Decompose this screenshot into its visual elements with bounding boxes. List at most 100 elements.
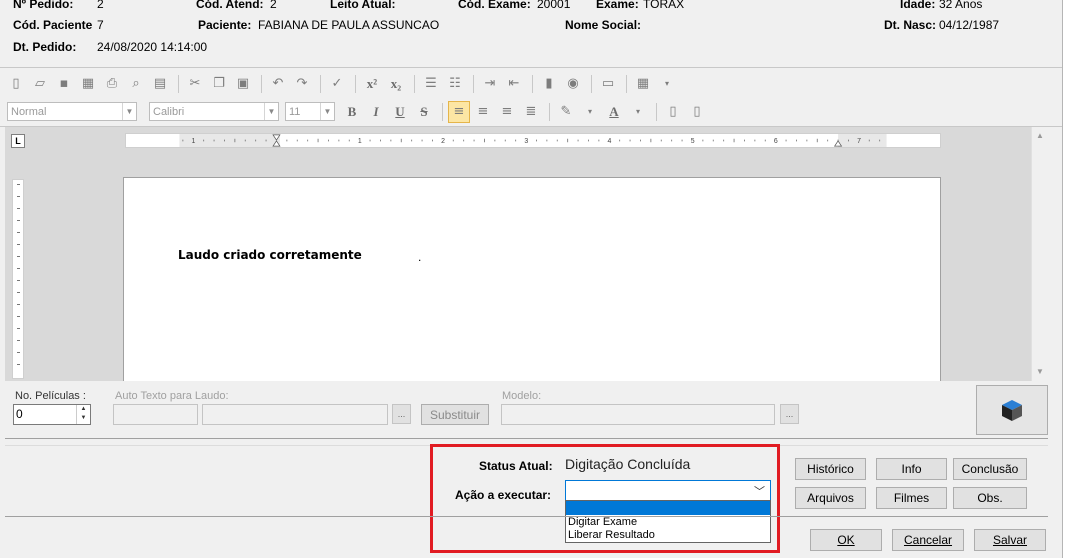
peliculas-label: No. Películas : <box>15 390 86 402</box>
font-color-dropdown-icon[interactable]: ▾ <box>627 101 649 123</box>
auto-texto-desc-field[interactable] <box>202 404 388 425</box>
exame-value: TORAX <box>643 0 685 11</box>
salvar-button[interactable]: Salvar <box>974 529 1046 551</box>
font-size-combo-value: 11 <box>289 105 301 118</box>
bold-icon[interactable]: B <box>341 101 363 123</box>
copy-icon[interactable]: ❐ <box>208 73 230 95</box>
chevron-down-icon: ▼ <box>264 103 278 120</box>
align-right-icon[interactable]: ≡ <box>496 101 518 123</box>
modelo-label: Modelo: <box>502 390 542 402</box>
ruler-tick <box>17 196 20 197</box>
document-page[interactable]: Laudo criado corretamente . <box>123 177 941 381</box>
exame-cod-label: Cód. Exame: <box>458 0 531 11</box>
nome-social-label: Nome Social: <box>565 18 642 32</box>
modelo-search-button[interactable]: ... <box>780 404 799 424</box>
ruler-number: 1 <box>192 138 196 145</box>
font-combo[interactable]: Calibri ▼ <box>149 102 279 121</box>
indent-increase-icon[interactable]: ⇥ <box>479 73 501 95</box>
ruler-tick <box>17 208 20 209</box>
ruler-tick <box>17 220 20 221</box>
tab-stop-selector[interactable]: L <box>11 134 25 148</box>
redo-icon[interactable]: ↷ <box>291 73 313 95</box>
align-left-icon[interactable]: ≡ <box>448 100 470 123</box>
highlight-color-icon[interactable]: ✎ <box>555 101 577 123</box>
ruler-number: 3 <box>524 138 528 145</box>
peliculas-stepper[interactable]: 0 ▲ ▼ <box>13 404 91 425</box>
dt-pedido-label: Dt. Pedido: <box>13 40 77 54</box>
style-combo[interactable]: Normal ▼ <box>7 102 137 121</box>
pedido-label: Nº Pedido: <box>13 0 74 11</box>
strikethrough-icon[interactable]: S <box>413 101 435 123</box>
rich-text-editor[interactable]: L 1 1 2 3 4 5 6 7 Laudo criado corretamente . ▲… <box>5 127 1048 381</box>
arquivos-button[interactable]: Arquivos <box>795 487 866 509</box>
ruler-tick <box>17 364 20 365</box>
hyperlink-icon[interactable]: ◉ <box>562 73 584 95</box>
save-icon[interactable]: ▪ <box>53 73 75 95</box>
new-document-icon[interactable]: ▯ <box>5 73 27 95</box>
table-icon[interactable]: ▦ <box>632 73 654 95</box>
ruler-tick <box>17 184 20 185</box>
ruler-tick <box>17 316 20 317</box>
auto-texto-code-field[interactable] <box>113 404 198 425</box>
page-setup-icon[interactable]: ▤ <box>149 73 171 95</box>
borders-icon[interactable]: ▯ <box>686 101 708 123</box>
stepper-arrows-icon[interactable]: ▲ ▼ <box>76 405 90 424</box>
ok-button[interactable]: OK <box>810 529 882 551</box>
document-cursor-dot: . <box>418 250 422 264</box>
style-combo-value: Normal <box>11 105 47 118</box>
horizontal-ruler[interactable]: 1 1 2 3 4 5 6 7 <box>125 133 941 148</box>
save-all-icon[interactable]: ▦ <box>77 73 99 95</box>
paciente-label: Paciente: <box>198 18 252 32</box>
substituir-button[interactable]: Substituir <box>421 404 489 425</box>
conclusao-button[interactable]: Conclusão <box>953 458 1027 480</box>
exame-cod-value: 20001 <box>537 0 571 11</box>
modelo-field[interactable] <box>501 404 775 425</box>
obs-button[interactable]: Obs. <box>953 487 1027 509</box>
vertical-ruler[interactable] <box>12 179 24 379</box>
image-icon[interactable]: ▭ <box>597 73 619 95</box>
auto-texto-search-button[interactable]: ... <box>392 404 411 424</box>
numbered-list-icon[interactable]: ☰ <box>420 73 442 95</box>
ruler-number: 2 <box>441 138 445 145</box>
scroll-up-icon[interactable]: ▲ <box>1032 127 1048 143</box>
open-folder-icon[interactable]: ▱ <box>29 73 51 95</box>
info-button[interactable]: Info <box>876 458 947 480</box>
underline-icon[interactable]: U <box>389 101 411 123</box>
pedido-value: 2 <box>97 0 104 11</box>
undo-icon[interactable]: ↶ <box>267 73 289 95</box>
dt-nasc-value: 04/12/1987 <box>939 18 1000 32</box>
spellcheck-icon[interactable]: ✓ <box>326 73 348 95</box>
align-justify-icon[interactable]: ≣ <box>520 101 542 123</box>
cut-icon[interactable]: ✂ <box>184 73 206 95</box>
print-icon[interactable]: ⎙ <box>101 73 123 95</box>
indent-decrease-icon[interactable]: ⇤ <box>503 73 525 95</box>
print-preview-icon[interactable]: ⌕ <box>125 73 147 95</box>
peliculas-value: 0 <box>16 407 23 421</box>
scroll-down-icon[interactable]: ▼ <box>1032 363 1048 379</box>
header-divider <box>0 67 1065 68</box>
ruler-tick <box>17 304 20 305</box>
columns-icon[interactable]: ▯ <box>662 101 684 123</box>
italic-icon[interactable]: I <box>365 101 387 123</box>
superscript-icon[interactable]: x² <box>361 73 383 95</box>
paste-icon[interactable]: ▣ <box>232 73 254 95</box>
editor-toolbar-row1: ▯ ▱ ▪ ▦ ⎙ ⌕ ▤ ✂ ❐ ▣ ↶ ↷ ✓ x² x₂ ☰ ☷ ⇥ ⇤ … <box>5 71 1048 96</box>
paciente-cod-label: Cód. Paciente <box>13 18 93 32</box>
font-size-combo[interactable]: 11 ▼ <box>285 102 335 121</box>
subscript-icon[interactable]: x₂ <box>385 73 407 95</box>
align-center-icon[interactable]: ≡ <box>472 101 494 123</box>
cancelar-button[interactable]: Cancelar <box>892 529 964 551</box>
historico-button[interactable]: Histórico <box>795 458 866 480</box>
idade-label: Idade: <box>900 0 936 11</box>
highlight-dropdown-icon[interactable]: ▾ <box>579 101 601 123</box>
scanner-button[interactable] <box>976 385 1048 435</box>
table-dropdown-icon[interactable]: ▾ <box>656 73 678 95</box>
patient-header: Nº Pedido: 2 Cód. Atend: 2 Leito Atual: … <box>0 0 1065 62</box>
bullet-list-icon[interactable]: ☷ <box>444 73 466 95</box>
paciente-value: FABIANA DE PAULA ASSUNCAO <box>258 18 440 32</box>
page-break-icon[interactable]: ▮ <box>538 73 560 95</box>
atend-label: Cód. Atend: <box>196 0 264 11</box>
filmes-button[interactable]: Filmes <box>876 487 947 509</box>
font-color-icon[interactable]: A <box>603 101 625 123</box>
editor-scrollbar[interactable]: ▲ ▼ <box>1031 127 1048 381</box>
